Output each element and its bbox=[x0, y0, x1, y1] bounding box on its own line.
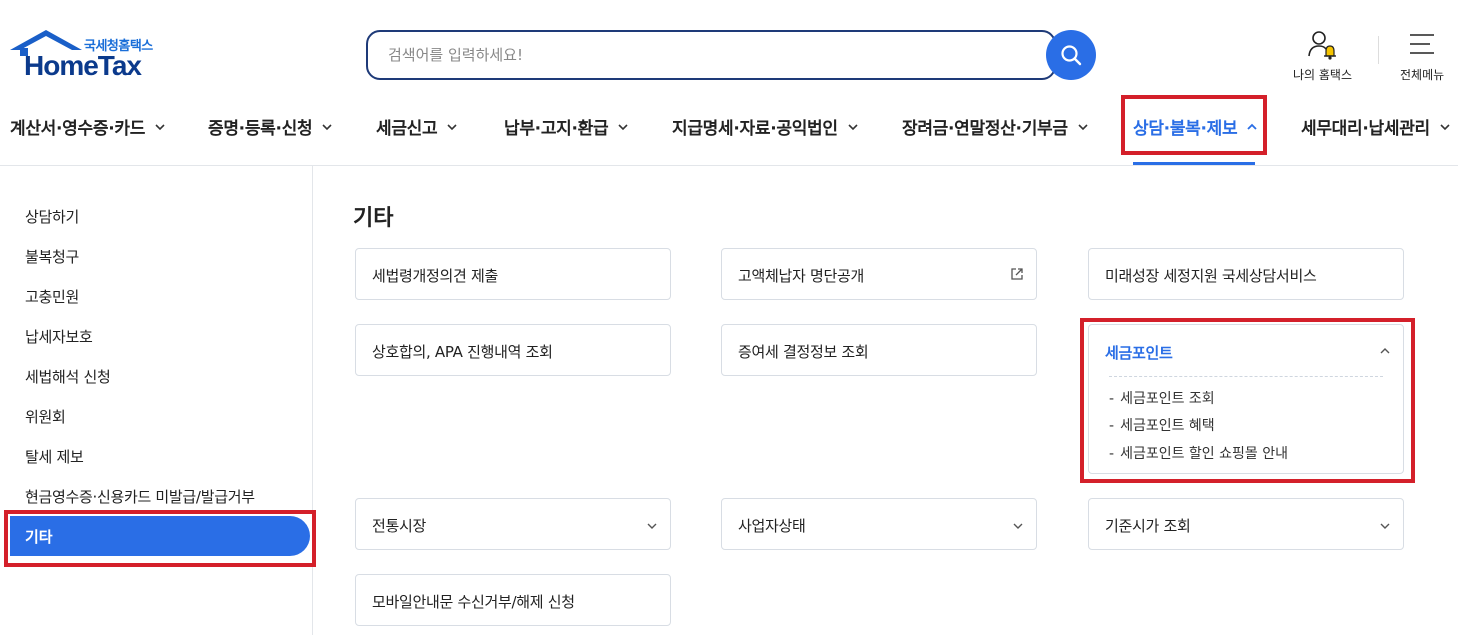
active-nav-underline bbox=[1133, 162, 1255, 165]
nav-item-label: 세무대리·납세관리 bbox=[1301, 119, 1430, 139]
sidebar-item-grievance[interactable]: 고충민원 bbox=[25, 286, 79, 307]
chevron-down-icon bbox=[155, 123, 165, 130]
main-nav: 계산서·영수증·카드 증명·등록·신청 세금신고 납부·고지·환급 지급명세·자… bbox=[0, 96, 1458, 166]
nav-item-invoice[interactable]: 계산서·영수증·카드 bbox=[10, 114, 165, 139]
card-label: 세법령개정의견 제출 bbox=[372, 267, 498, 285]
hometax-logo[interactable]: 국세청홈택스 HomeTax bbox=[10, 30, 160, 81]
sidebar-item-committee[interactable]: 위원회 bbox=[25, 406, 66, 427]
nav-item-label: 납부·고지·환급 bbox=[504, 119, 609, 139]
card-tax-point[interactable]: 세금포인트 - 세금포인트 조회 - 세금포인트 혜택 - 세금포인트 할인 쇼핑몰 … bbox=[1088, 324, 1404, 474]
card-label: 세금포인트 bbox=[1105, 344, 1173, 362]
chevron-down-icon bbox=[322, 123, 332, 130]
all-menu-button[interactable]: 전체메뉴 bbox=[1400, 30, 1444, 83]
card-divider bbox=[1109, 376, 1383, 377]
nav-item-label: 지급명세·자료·공익법인 bbox=[672, 119, 838, 139]
nav-item-tax-agent[interactable]: 세무대리·납세관리 bbox=[1301, 114, 1450, 139]
card-label: 상호합의, APA 진행내역 조회 bbox=[372, 343, 553, 361]
card-label: 고액체납자 명단공개 bbox=[738, 267, 864, 285]
sidebar-item-tax-evasion-report[interactable]: 탈세 제보 bbox=[25, 446, 84, 467]
sidebar-item-etc[interactable]: 기타 bbox=[10, 516, 310, 556]
sub-item-label: 세금포인트 조회 bbox=[1120, 391, 1215, 407]
card-label: 사업자상태 bbox=[738, 517, 806, 535]
card-law-amendment-opinion[interactable]: 세법령개정의견 제출 bbox=[355, 248, 671, 300]
sub-item-tax-point-benefits[interactable]: - 세금포인트 혜택 bbox=[1109, 415, 1215, 435]
nav-item-label: 증명·등록·신청 bbox=[208, 119, 313, 139]
search-bar bbox=[366, 30, 1096, 80]
my-hometax-button[interactable]: 나의 홈택스 bbox=[1293, 30, 1352, 83]
header-divider bbox=[1378, 36, 1379, 64]
card-mobile-notice-opt-out[interactable]: 모바일안내문 수신거부/해제 신청 bbox=[355, 574, 671, 626]
search-input[interactable] bbox=[366, 30, 1056, 80]
card-label: 모바일안내문 수신거부/해제 신청 bbox=[372, 593, 575, 611]
nav-item-certificate[interactable]: 증명·등록·신청 bbox=[208, 114, 332, 139]
chevron-down-icon bbox=[447, 123, 457, 130]
card-standard-price-inquiry[interactable]: 기준시가 조회 bbox=[1088, 498, 1404, 550]
page-title: 기타 bbox=[353, 206, 394, 231]
sub-item-label: 세금포인트 혜택 bbox=[1120, 418, 1215, 434]
card-label: 전통시장 bbox=[372, 517, 427, 535]
chevron-down-icon bbox=[1013, 523, 1023, 529]
card-label: 미래성장 세정지원 국세상담서비스 bbox=[1105, 267, 1317, 285]
chevron-down-icon bbox=[618, 123, 628, 130]
nav-item-label: 장려금·연말정산·기부금 bbox=[902, 119, 1068, 139]
card-delinquent-list[interactable]: 고액체납자 명단공개 bbox=[721, 248, 1037, 300]
nav-item-label: 계산서·영수증·카드 bbox=[10, 119, 146, 139]
search-button[interactable] bbox=[1046, 30, 1096, 80]
dash-bullet: - bbox=[1109, 391, 1115, 407]
dash-bullet: - bbox=[1109, 418, 1115, 434]
nav-item-label: 세금신고 bbox=[376, 119, 438, 139]
chevron-down-icon bbox=[1078, 123, 1088, 130]
hamburger-menu-icon bbox=[1410, 34, 1435, 54]
sidebar-item-appeal[interactable]: 불복청구 bbox=[25, 246, 79, 267]
chevron-down-icon bbox=[848, 123, 858, 130]
card-mutual-agreement-apa[interactable]: 상호합의, APA 진행내역 조회 bbox=[355, 324, 671, 376]
card-future-growth-consulting[interactable]: 미래성장 세정지원 국세상담서비스 bbox=[1088, 248, 1404, 300]
sidebar: 상담하기 불복청구 고충민원 납세자보호 세법해석 신청 위원회 탈세 제보 현… bbox=[0, 166, 313, 635]
chevron-down-icon bbox=[1440, 123, 1450, 130]
chevron-up-icon bbox=[1247, 123, 1257, 130]
all-menu-label: 전체메뉴 bbox=[1400, 68, 1445, 82]
nav-item-payment-statement[interactable]: 지급명세·자료·공익법인 bbox=[672, 114, 858, 139]
search-icon bbox=[1061, 45, 1082, 66]
nav-item-incentive[interactable]: 장려금·연말정산·기부금 bbox=[902, 114, 1088, 139]
chevron-down-icon bbox=[1380, 523, 1390, 529]
card-label: 증여세 결정정보 조회 bbox=[738, 343, 869, 361]
sidebar-item-taxpayer-protection[interactable]: 납세자보호 bbox=[25, 326, 93, 347]
sidebar-item-consult[interactable]: 상담하기 bbox=[25, 206, 79, 227]
sidebar-item-label: 기타 bbox=[25, 528, 53, 546]
chevron-down-icon bbox=[647, 523, 657, 529]
nav-item-tax-return[interactable]: 세금신고 bbox=[376, 114, 457, 139]
sidebar-item-cash-receipt[interactable]: 현금영수증·신용카드 미발급/발급거부 bbox=[25, 486, 255, 507]
logo-english-text: HomeTax bbox=[24, 50, 142, 81]
card-traditional-market[interactable]: 전통시장 bbox=[355, 498, 671, 550]
sidebar-item-law-interpretation[interactable]: 세법해석 신청 bbox=[25, 366, 111, 387]
user-bell-icon bbox=[1307, 31, 1336, 60]
sub-item-tax-point-inquiry[interactable]: - 세금포인트 조회 bbox=[1109, 388, 1215, 408]
card-gift-tax-decision[interactable]: 증여세 결정정보 조회 bbox=[721, 324, 1037, 376]
sub-item-label: 세금포인트 할인 쇼핑몰 안내 bbox=[1120, 446, 1288, 462]
nav-item-consultation[interactable]: 상담·불복·제보 bbox=[1133, 114, 1257, 139]
dash-bullet: - bbox=[1109, 446, 1115, 462]
card-business-status[interactable]: 사업자상태 bbox=[721, 498, 1037, 550]
chevron-up-icon bbox=[1380, 348, 1390, 354]
nav-item-label: 상담·불복·제보 bbox=[1133, 119, 1238, 139]
card-label: 기준시가 조회 bbox=[1105, 517, 1191, 535]
nav-item-payment[interactable]: 납부·고지·환급 bbox=[504, 114, 628, 139]
my-hometax-label: 나의 홈택스 bbox=[1293, 68, 1353, 82]
external-link-icon bbox=[1011, 268, 1023, 280]
sub-item-tax-point-shopping-mall[interactable]: - 세금포인트 할인 쇼핑몰 안내 bbox=[1109, 443, 1288, 463]
